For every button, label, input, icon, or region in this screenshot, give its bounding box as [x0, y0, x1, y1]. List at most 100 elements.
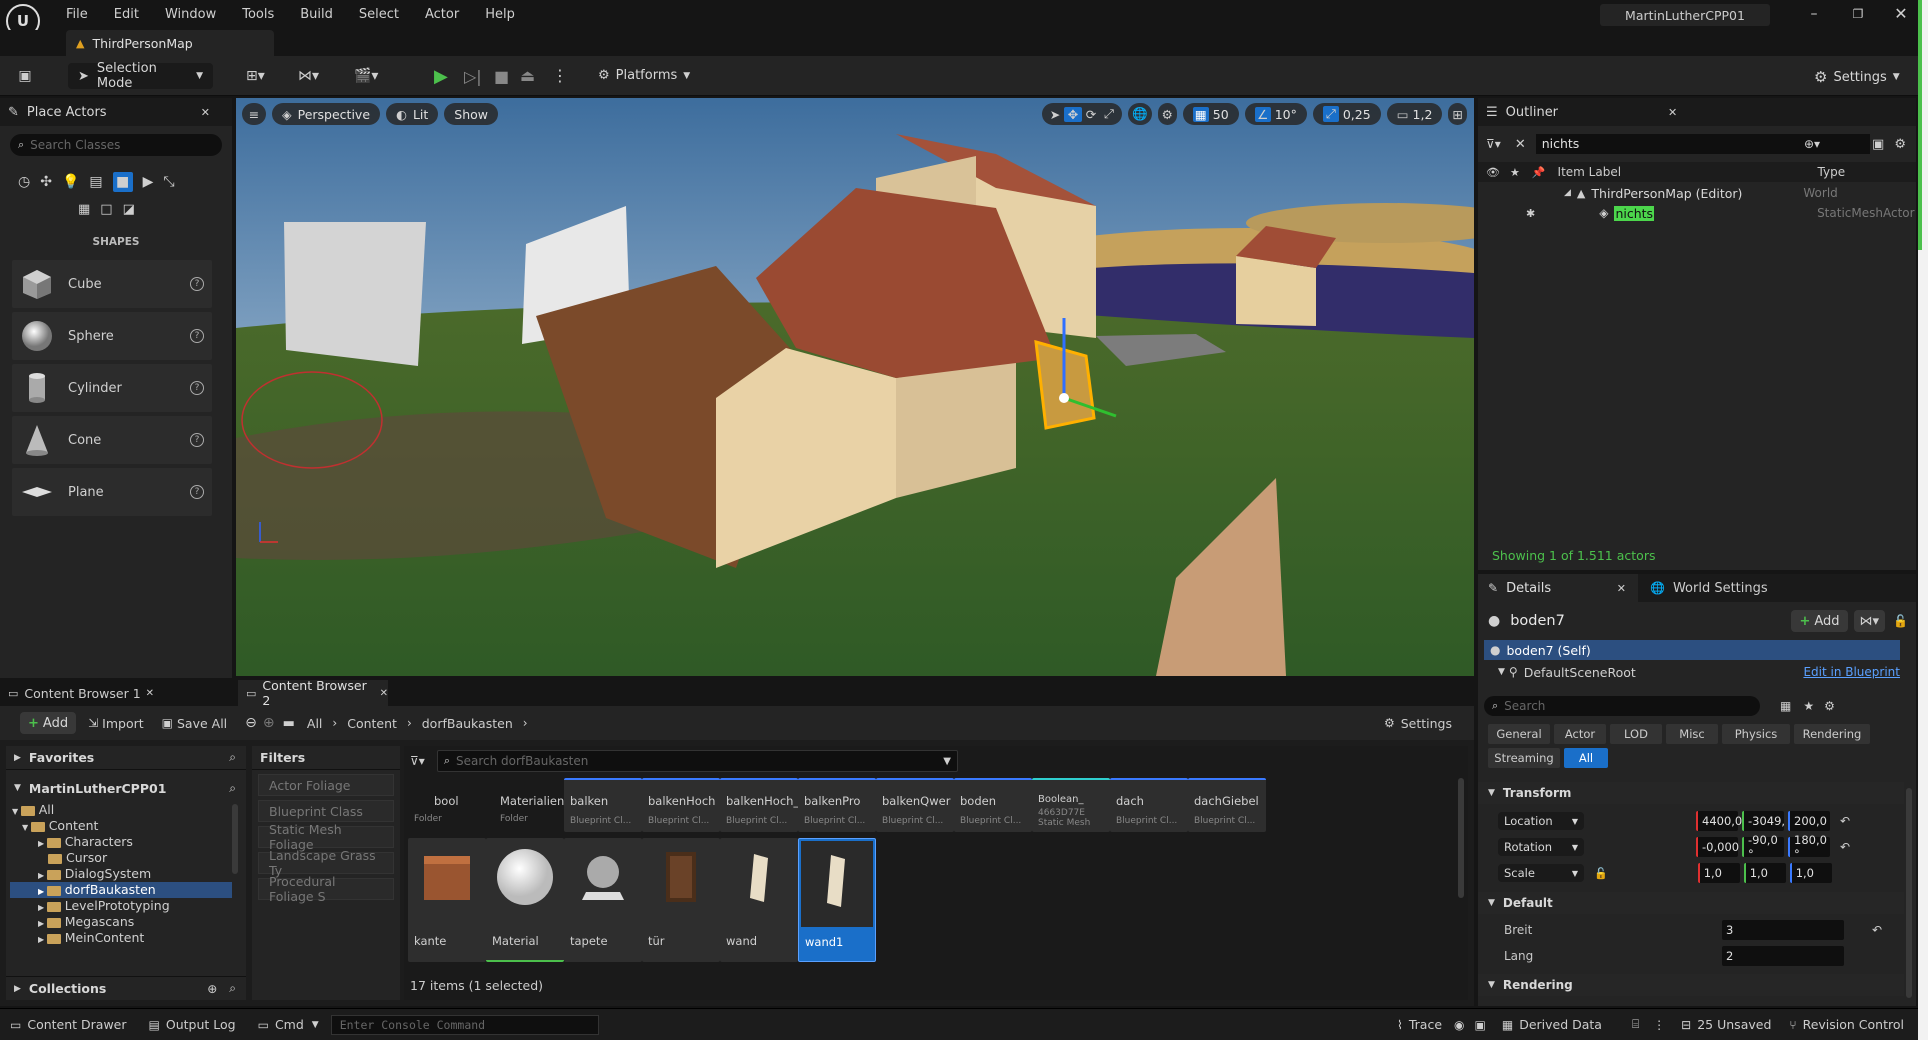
tree-item-meincontent[interactable]: ▶ MeinContent	[10, 930, 232, 946]
back-icon[interactable]: ⊖	[245, 715, 257, 731]
close-window-icon[interactable]: ✕	[1893, 4, 1909, 23]
minimize-icon[interactable]: –	[1806, 6, 1822, 22]
cmd-dropdown[interactable]: ▭ Cmd ▼	[258, 1017, 319, 1032]
tree-item-all[interactable]: ▼ All	[10, 802, 232, 818]
asset-tile[interactable]: Boolean_ 4663D77E Static Mesh	[1032, 778, 1110, 832]
close-icon[interactable]: ✕	[201, 106, 210, 119]
chevron-right-icon[interactable]: ›	[407, 716, 412, 730]
star-icon[interactable]: ✱	[1526, 207, 1535, 220]
scale-x-field[interactable]: 1,0	[1697, 863, 1740, 883]
viewport-layout-button[interactable]: ⊞	[1448, 103, 1467, 125]
column-item-label[interactable]: Item Label	[1558, 165, 1818, 179]
platforms-dropdown[interactable]: ⚙ Platforms ▼	[598, 68, 690, 83]
menu-help[interactable]: Help	[485, 7, 515, 22]
lit-button[interactable]: ◐ Lit	[386, 103, 439, 125]
menu-build[interactable]: Build	[300, 7, 333, 22]
tree-item-dialogsystem[interactable]: ▶ DialogSystem	[10, 866, 232, 882]
rotation-y-field[interactable]: -90,0 °	[1742, 833, 1784, 861]
details-scrollbar[interactable]	[1906, 788, 1912, 998]
lights-icon[interactable]: 💡	[62, 174, 79, 190]
derived-data-button[interactable]: ▦ Derived Data	[1502, 1017, 1602, 1032]
tab-content-browser-1[interactable]: ▭ Content Browser 1 ✕	[0, 680, 164, 706]
search-classes-input[interactable]: ⌕ Search Classes	[10, 134, 222, 156]
close-icon[interactable]: ✕	[380, 688, 388, 699]
outliner-row-world[interactable]: ◢ ▲ ThirdPersonMap (Editor) World	[1478, 184, 1916, 202]
expand-arrow-icon[interactable]: ◢	[1564, 188, 1571, 198]
lock-icon[interactable]: 🔓	[1893, 614, 1908, 628]
import-button[interactable]: ⇲ Import	[88, 716, 144, 731]
asset-tile[interactable]: boden Blueprint Cl...	[954, 778, 1032, 832]
breit-field[interactable]: 3	[1722, 920, 1844, 940]
filter-procedural-foliage[interactable]: Procedural Foliage S	[258, 874, 394, 904]
recent-icon[interactable]: ◷	[18, 174, 30, 190]
content-settings-button[interactable]: ⚙ Settings	[1384, 716, 1452, 731]
rotation-z-field[interactable]: 180,0 °	[1788, 833, 1830, 861]
lang-field[interactable]: 2	[1722, 946, 1844, 966]
filter-static-mesh-foliage[interactable]: Static Mesh Foliage	[258, 822, 394, 852]
blueprint-icon[interactable]: ⋈▾	[298, 68, 319, 84]
tab-world-settings[interactable]: 🌐 World Settings	[1638, 581, 1768, 596]
translate-icon[interactable]: ✥	[1064, 106, 1082, 122]
console-command-input[interactable]: Enter Console Command	[330, 1014, 599, 1035]
cinematic-icon[interactable]: ▤	[89, 174, 102, 190]
gear-icon[interactable]: ⚙	[1824, 699, 1835, 713]
actor-item-cone[interactable]: Cone ?	[12, 416, 212, 464]
eject-icon[interactable]: ⏏	[520, 66, 535, 85]
reset-icon[interactable]: ↶	[1840, 814, 1850, 828]
new-folder-icon[interactable]: ▣	[1872, 137, 1884, 152]
basic-icon[interactable]: ✣	[40, 174, 52, 190]
visibility-icon[interactable]: 👁	[1486, 166, 1500, 179]
visual-effects-icon[interactable]: ▶	[143, 174, 154, 190]
revision-control-button[interactable]: ⑂ Revision Control	[1789, 1017, 1904, 1032]
help-icon[interactable]: ?	[190, 381, 204, 395]
tree-item-characters[interactable]: ▶ Characters	[10, 834, 232, 850]
tab-details[interactable]: ✎ Details ✕	[1478, 574, 1638, 602]
save-all-button[interactable]: ▣ Save All	[162, 716, 228, 731]
play-icon[interactable]: ▶	[434, 66, 448, 87]
output-log-button[interactable]: ▤ Output Log	[149, 1017, 236, 1032]
custom-icon[interactable]: ◪	[123, 202, 135, 217]
tab-content-browser-2[interactable]: ▭ Content Browser 2 ✕	[238, 678, 388, 708]
asset-search-input[interactable]: ⌕ Search dorfBaukasten ▼	[436, 750, 958, 772]
section-transform[interactable]: ▼ Transform	[1478, 782, 1904, 804]
actor-item-sphere[interactable]: Sphere ?	[12, 312, 212, 360]
geometry-icon[interactable]: □	[100, 202, 112, 217]
category-streaming[interactable]: Streaming	[1488, 748, 1560, 768]
project-header[interactable]: ▼ MartinLutherCPP01 ⌕	[6, 776, 246, 800]
filter-actor-foliage[interactable]: Actor Foliage	[258, 774, 394, 796]
filter-icon[interactable]: ⊽▾	[1486, 137, 1501, 151]
grid-snap-button[interactable]: ▦ 50	[1182, 103, 1239, 125]
actor-item-cube[interactable]: Cube ?	[12, 260, 212, 308]
rotation-x-field[interactable]: -0,000	[1696, 837, 1739, 857]
rotate-icon[interactable]: ⟳	[1082, 107, 1100, 122]
reset-icon[interactable]: ↶	[1840, 840, 1850, 854]
outliner-row-nichts[interactable]: ✱ ◈ nichts StaticMeshActor	[1478, 204, 1916, 222]
expand-arrow-icon[interactable]: ▼	[1498, 667, 1505, 677]
help-icon[interactable]: ?	[190, 433, 204, 447]
selection-mode-dropdown[interactable]: ➤ Selection Mode ▼	[68, 61, 213, 91]
add-button[interactable]: + Add	[20, 712, 77, 734]
section-default[interactable]: ▼ Default	[1478, 892, 1904, 914]
pin-icon[interactable]: 📌	[1532, 166, 1546, 179]
favorites-header[interactable]: ▶ Favorites ⌕	[6, 746, 246, 770]
help-icon[interactable]: ?	[190, 277, 204, 291]
add-filter-icon[interactable]: ⊕▾	[1804, 137, 1820, 151]
show-button[interactable]: Show	[444, 103, 499, 125]
gear-icon[interactable]: ⚙	[1894, 137, 1906, 152]
tree-item-dorfbaukasten[interactable]: ▶ dorfBaukasten	[10, 882, 232, 898]
level-viewport[interactable]: ≡ ◈ Perspective ◐ Lit Show ➤ ✥ ⟳ ⤢ 🌐 ⚙ ▦ 50…	[236, 98, 1474, 676]
collections-header[interactable]: ▶ Collections ⊕ ⌕	[6, 976, 246, 1000]
location-y-field[interactable]: -3049,	[1742, 811, 1785, 831]
asset-tile[interactable]: Materialien Folder	[486, 778, 564, 832]
add-content-icon[interactable]: ⊞▾	[246, 68, 265, 84]
save-icon[interactable]: ▣	[16, 68, 34, 84]
menu-edit[interactable]: Edit	[114, 7, 139, 22]
clear-search-icon[interactable]: ✕	[1515, 137, 1526, 152]
content-drawer-button[interactable]: ▭ Content Drawer	[10, 1017, 127, 1032]
viewport-menu-button[interactable]: ≡	[242, 103, 266, 125]
help-icon[interactable]: ?	[190, 329, 204, 343]
category-all[interactable]: All	[1564, 748, 1608, 768]
asset-tile[interactable]: balkenHoch Blueprint Cl...	[642, 778, 720, 832]
chevron-down-icon[interactable]: ▼	[943, 756, 951, 767]
restore-icon[interactable]: ❐	[1850, 6, 1866, 22]
